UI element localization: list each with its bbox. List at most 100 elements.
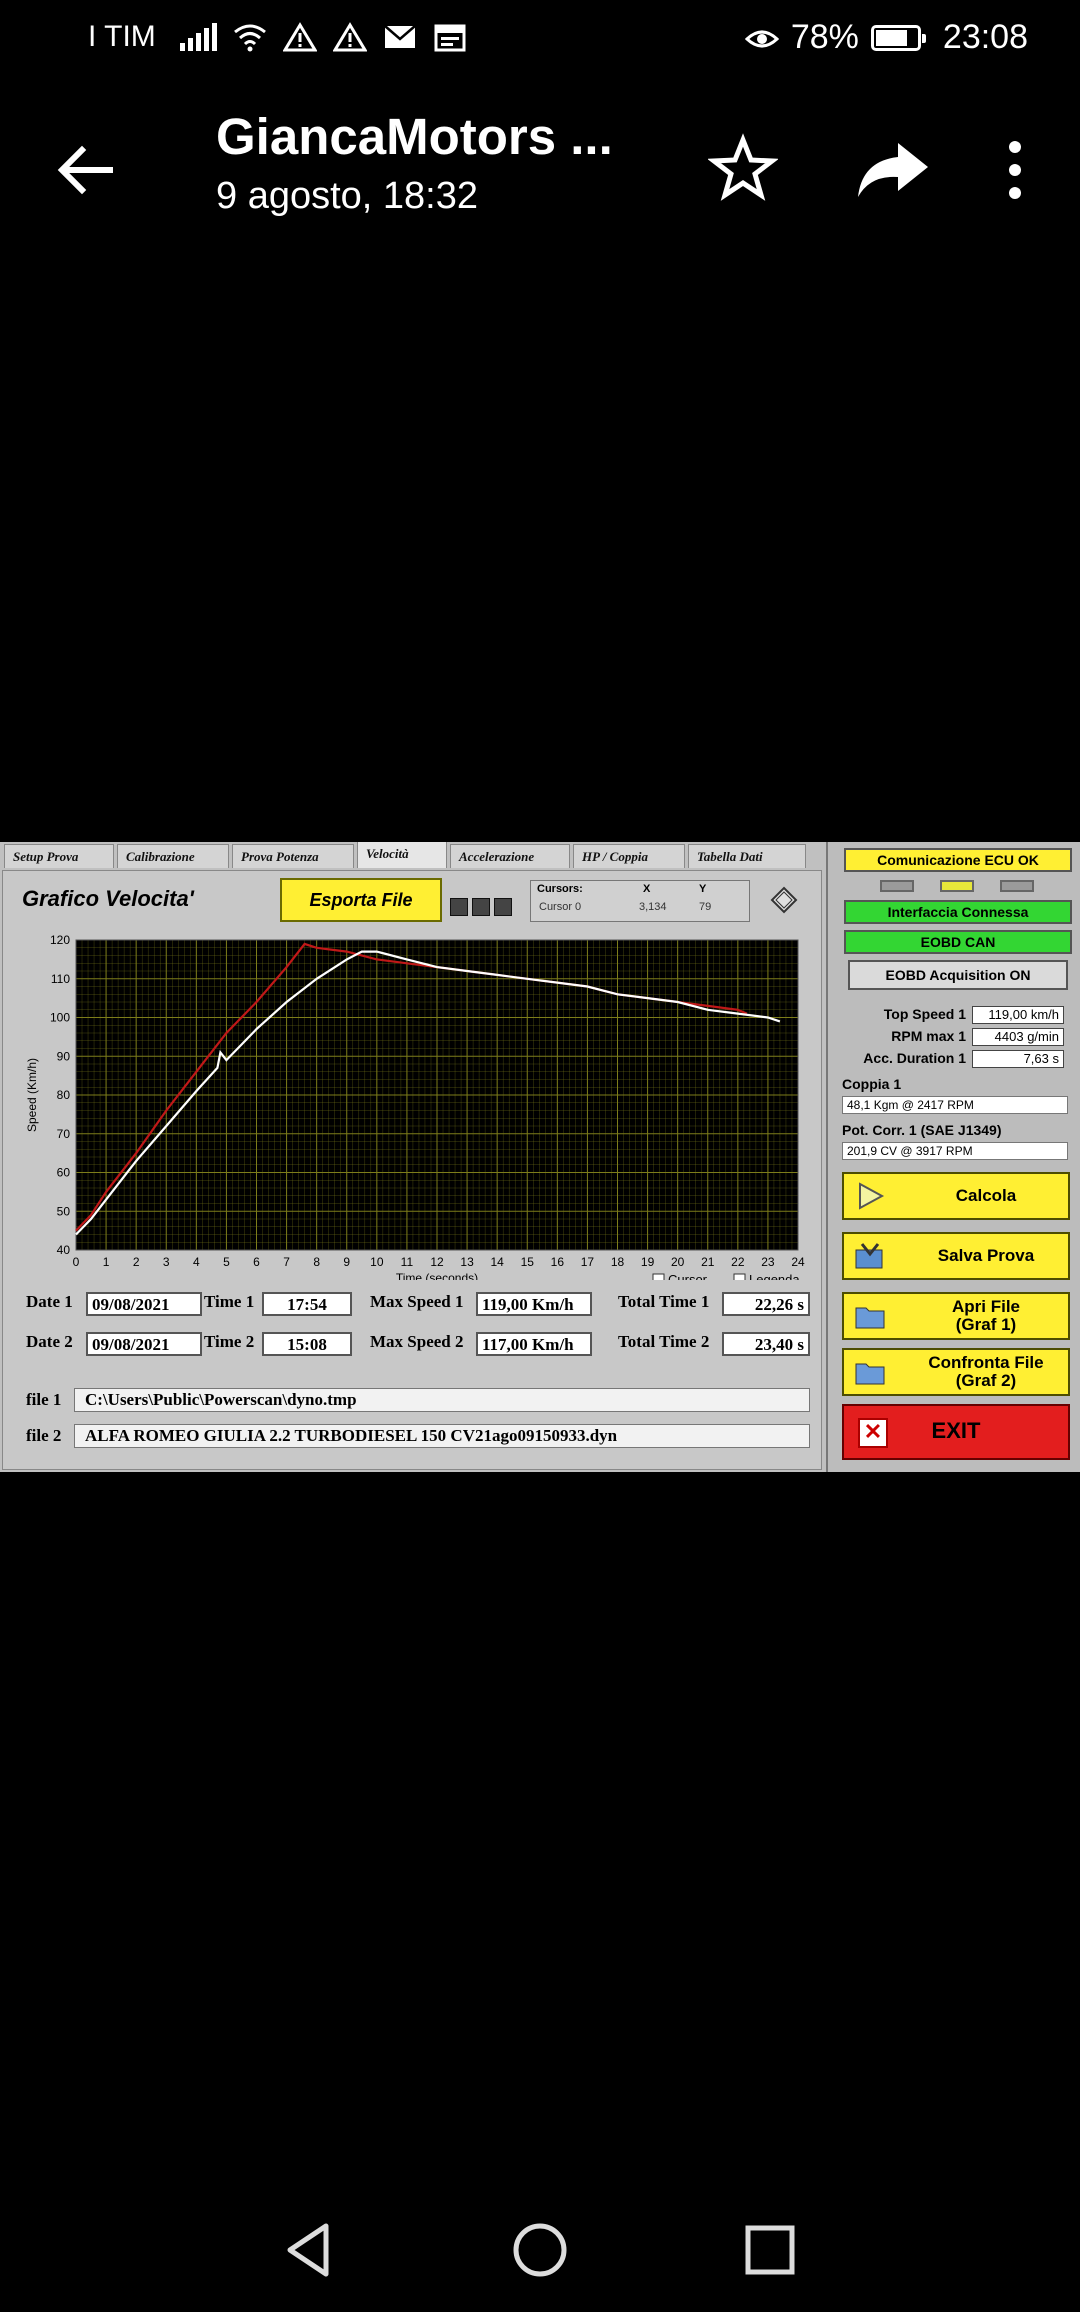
x-tick-label: 23: [761, 1255, 775, 1269]
eobd-status: EOBD CAN: [844, 930, 1072, 954]
x-tick-label: 21: [701, 1255, 715, 1269]
x-tick-label: 24: [791, 1255, 805, 1269]
maxspeed2-field: 117,00 Km/h: [476, 1332, 592, 1356]
file2-path[interactable]: ALFA ROMEO GIULIA 2.2 TURBODIESEL 150 CV…: [74, 1424, 810, 1448]
x-tick-label: 1: [103, 1255, 110, 1269]
side-panel: Comunicazione ECU OK Interfaccia Conness…: [826, 842, 1080, 1472]
torque-label: Coppia 1: [842, 1076, 902, 1092]
nav-home-icon[interactable]: [510, 2220, 570, 2280]
open-file-button[interactable]: Apri File (Graf 1): [842, 1292, 1070, 1340]
back-arrow-icon[interactable]: [50, 135, 120, 205]
navigation-bar: [0, 2180, 1080, 2312]
date1-label: Date 1: [26, 1292, 73, 1311]
close-icon: ✕: [858, 1418, 888, 1448]
battery-percent: 78%: [790, 18, 859, 56]
battery-icon: [870, 24, 926, 51]
x-tick-label: 8: [313, 1255, 320, 1269]
play-icon: [859, 1182, 885, 1210]
x-tick-label: 3: [163, 1255, 170, 1269]
zoom-tool-icon[interactable]: [450, 898, 468, 916]
tab-4[interactable]: Accelerazione: [450, 844, 570, 868]
cursor-x-value: 3,134: [639, 901, 667, 913]
message-date: 9 agosto, 18:32: [216, 175, 478, 217]
time1-field: 17:54: [262, 1292, 352, 1316]
maxspeed1-field: 119,00 Km/h: [476, 1292, 592, 1316]
wifi-icon: [233, 24, 266, 52]
dyno-software-screenshot: Setup Prova Calibrazione Prova Potenza Velo…: [0, 842, 1080, 1472]
x-tick-label: 2: [133, 1255, 140, 1269]
x-tick-label: 9: [343, 1255, 350, 1269]
tab-1[interactable]: Calibrazione: [117, 844, 229, 868]
x-tick-label: 10: [370, 1255, 384, 1269]
warning-icon: [332, 22, 367, 52]
hand-tool-icon[interactable]: [494, 898, 512, 916]
tab-0[interactable]: Setup Prova: [4, 844, 114, 868]
x-axis-label: Time (seconds): [396, 1271, 478, 1280]
power-field: 201,9 CV @ 3917 RPM: [842, 1142, 1068, 1160]
x-tick-label: 14: [490, 1255, 504, 1269]
legend-checkbox[interactable]: [733, 1273, 746, 1280]
topspeed-field: 119,00 km/h: [972, 1006, 1064, 1024]
y-tick-label: 110: [51, 972, 70, 986]
tab-2[interactable]: Prova Potenza: [232, 844, 354, 868]
x-tick-label: 22: [731, 1255, 745, 1269]
eye-icon: [744, 30, 779, 47]
x-tick-label: 18: [611, 1255, 625, 1269]
forward-icon[interactable]: [852, 135, 932, 205]
power-label: Pot. Corr. 1 (SAE J1349): [842, 1122, 1002, 1138]
cursor-name[interactable]: Cursor 0: [539, 901, 581, 913]
y-tick-label: 80: [57, 1088, 71, 1102]
cursor-move-icon[interactable]: [770, 886, 798, 914]
compare-file-button[interactable]: Confronta File (Graf 2): [842, 1348, 1070, 1396]
led-indicator: [880, 880, 914, 892]
folder-icon: [855, 1363, 885, 1385]
compare-file-label: Confronta File (Graf 2): [928, 1353, 1044, 1390]
export-file-button[interactable]: Esporta File: [280, 878, 442, 922]
graph-title: Grafico Velocita': [22, 886, 194, 911]
save-test-label: Salva Prova: [937, 1246, 1035, 1265]
led-indicator: [940, 880, 974, 892]
y-tick-label: 70: [57, 1127, 71, 1141]
cursor-checkbox[interactable]: [652, 1273, 665, 1280]
star-icon[interactable]: [708, 133, 778, 203]
pan-tool-icon[interactable]: [472, 898, 490, 916]
file1-path[interactable]: C:\Users\Public\Powerscan\dyno.tmp: [74, 1388, 810, 1412]
tab-5[interactable]: HP / Coppia: [573, 844, 685, 868]
warning-icon: [282, 22, 317, 52]
x-tick-label: 6: [253, 1255, 260, 1269]
nav-back-icon[interactable]: [280, 2220, 340, 2280]
maxspeed2-label: Max Speed 2: [370, 1332, 464, 1351]
tab-3[interactable]: Velocità: [357, 842, 447, 868]
file2-label: file 2: [26, 1426, 62, 1445]
calculate-button[interactable]: Calcola: [842, 1172, 1070, 1220]
cursor-checkbox-label: Cursor: [668, 1272, 708, 1280]
led-indicator: [1000, 880, 1034, 892]
x-tick-label: 5: [223, 1255, 230, 1269]
x-tick-label: 20: [671, 1255, 685, 1269]
status-bar: I TIM 78% 23:08: [0, 0, 1080, 82]
interface-status: Interfaccia Connessa: [844, 900, 1072, 924]
topspeed-label: Top Speed 1: [883, 1006, 966, 1022]
y-tick-label: 120: [50, 933, 70, 947]
date2-label: Date 2: [26, 1332, 73, 1351]
y-tick-label: 60: [57, 1166, 71, 1180]
y-axis-label: Speed (Km/h): [25, 1058, 39, 1132]
acc-duration-field: 7,63 s: [972, 1050, 1064, 1068]
totaltime2-field: 23,40 s: [722, 1332, 810, 1356]
nav-recents-icon[interactable]: [740, 2220, 800, 2280]
tab-6[interactable]: Tabella Dati: [688, 844, 806, 868]
exit-label: EXIT: [931, 1418, 981, 1443]
time1-label: Time 1: [204, 1292, 255, 1311]
calendar-icon: [434, 24, 466, 52]
file1-label: file 1: [26, 1390, 62, 1409]
folder-icon: [855, 1307, 885, 1329]
save-test-button[interactable]: Salva Prova: [842, 1232, 1070, 1280]
more-options-icon[interactable]: [1000, 135, 1030, 205]
x-tick-label: 19: [641, 1255, 655, 1269]
exit-button[interactable]: ✕ EXIT: [842, 1404, 1070, 1460]
y-tick-label: 90: [57, 1049, 71, 1063]
chat-title: GiancaMotors ...: [216, 108, 613, 165]
ecu-communication-status: Comunicazione ECU OK: [844, 848, 1072, 872]
acquisition-status: EOBD Acquisition ON: [848, 960, 1068, 990]
time2-field: 15:08: [262, 1332, 352, 1356]
